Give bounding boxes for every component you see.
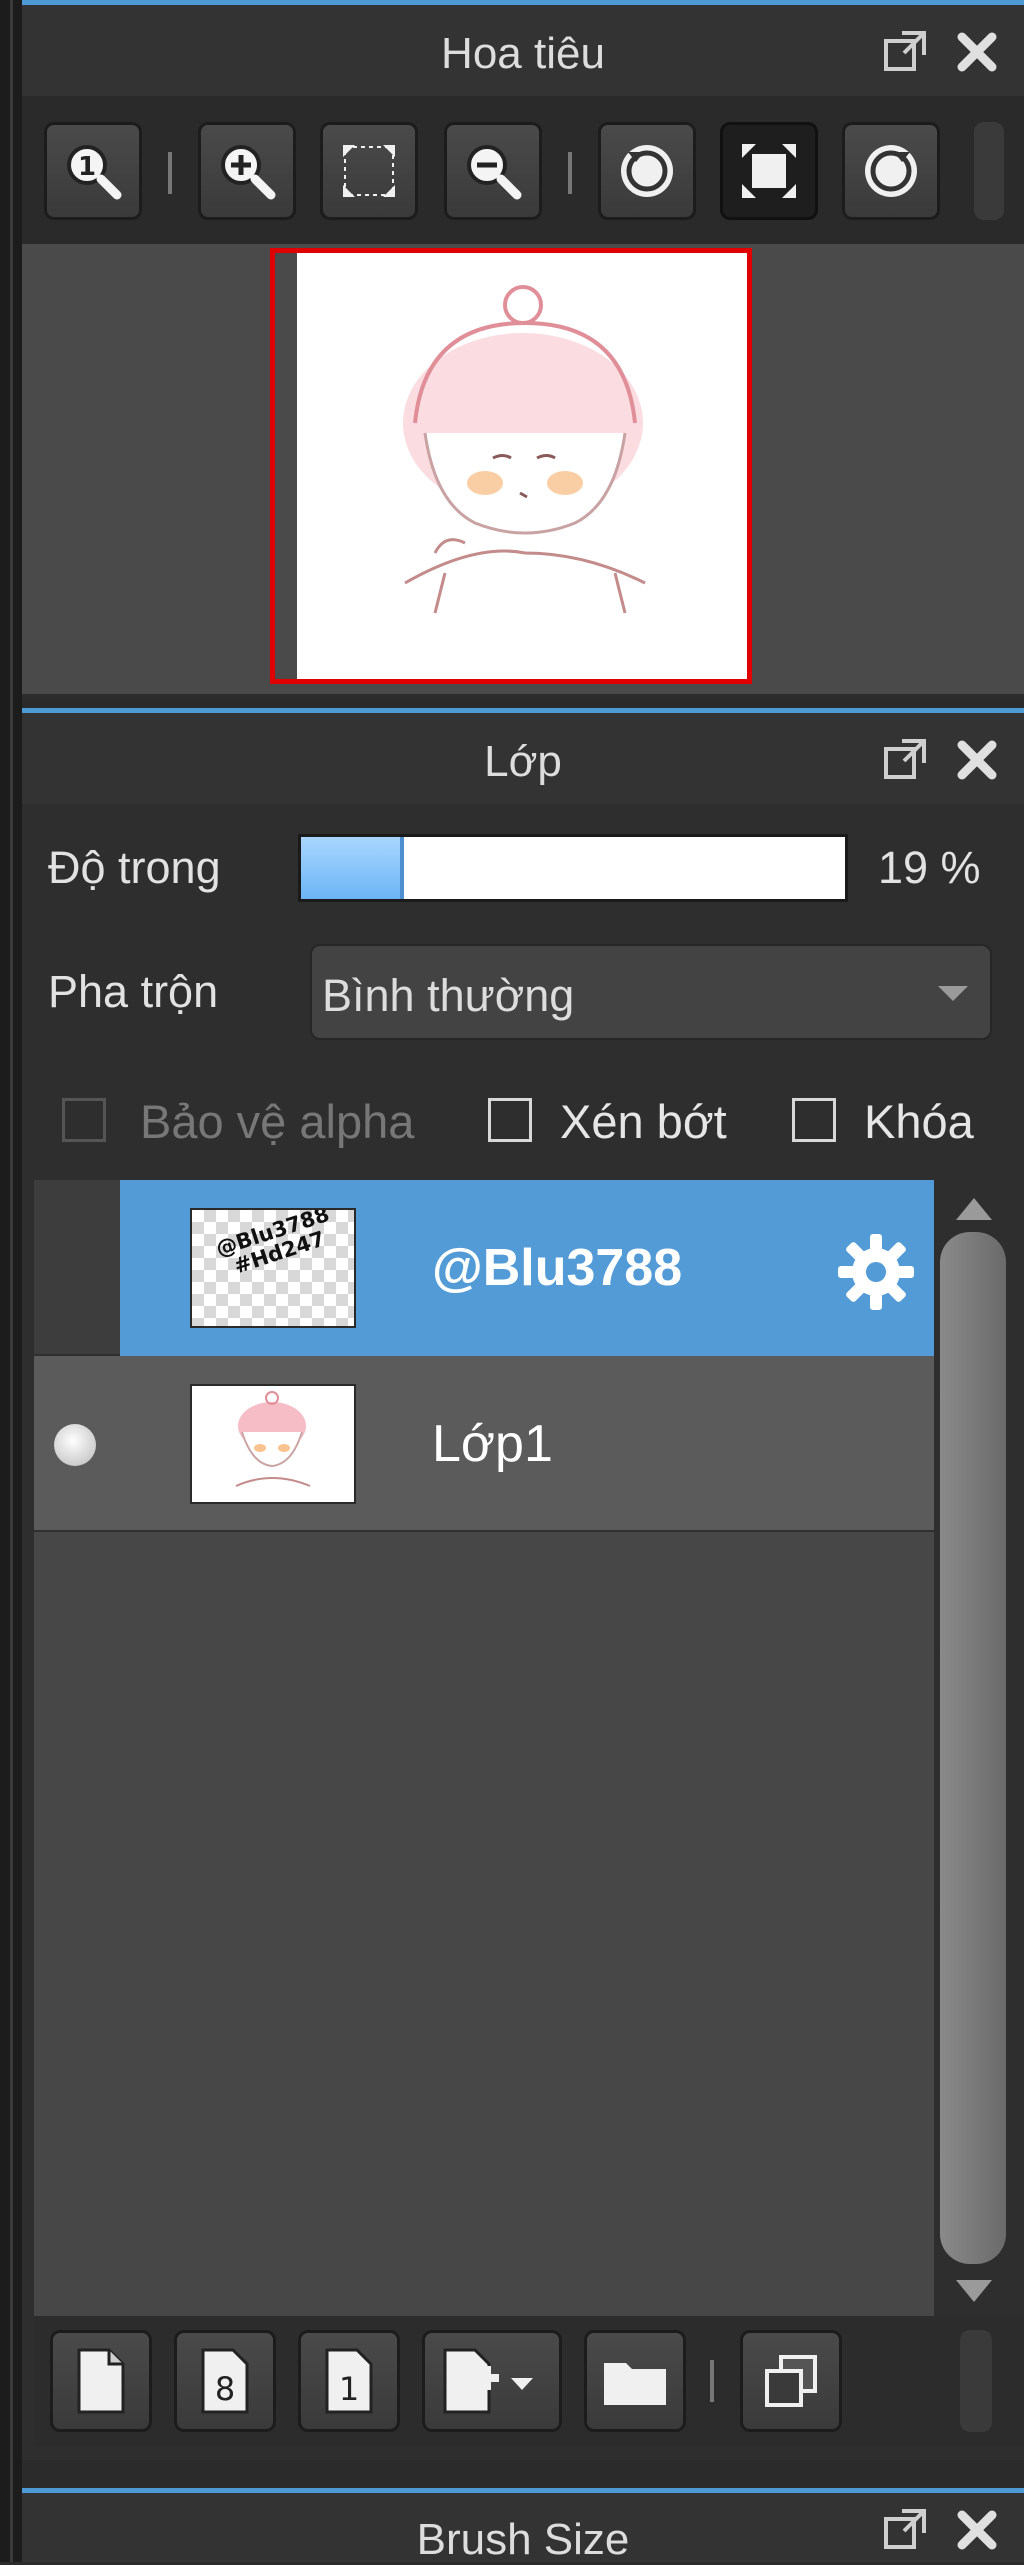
rotate-right-icon	[865, 145, 917, 197]
layer-header: Lớp	[22, 708, 1024, 804]
gear-icon[interactable]	[834, 1230, 918, 1314]
duplicate-icon	[765, 2355, 817, 2407]
close-icon[interactable]	[952, 735, 1002, 785]
navigator-title: Hoa tiêu	[441, 29, 605, 78]
fit-screen-icon	[343, 145, 395, 197]
layer-title: Lớp	[484, 737, 562, 786]
view-frame[interactable]	[270, 248, 752, 684]
lock-label: Khóa	[864, 1095, 974, 1148]
layer-row-lop1[interactable]: Lớp1	[34, 1356, 938, 1532]
opacity-slider[interactable]	[298, 834, 848, 902]
blend-mode-value: Bình thường	[322, 970, 575, 1021]
layer-thumbnail	[190, 1384, 356, 1504]
new-1bit-layer-button[interactable]: 1	[298, 2330, 400, 2432]
scroll-down-icon[interactable]	[956, 2280, 992, 2302]
fullscreen-button[interactable]	[720, 122, 818, 220]
toolbar-separator	[568, 152, 572, 194]
opacity-value: 19 %	[878, 842, 981, 893]
clip-label: Xén bớt	[560, 1095, 727, 1148]
dropdown-arrow-icon	[938, 986, 968, 1001]
popout-icon[interactable]	[880, 27, 930, 77]
zoom-in-button[interactable]	[198, 122, 296, 220]
toolbar-separator	[168, 152, 172, 194]
lock-checkbox[interactable]	[792, 1098, 836, 1142]
svg-text:8: 8	[215, 2370, 235, 2408]
folder-icon	[604, 2363, 666, 2405]
fit-screen-button[interactable]	[320, 122, 418, 220]
new-8bit-layer-button[interactable]: 8	[174, 2330, 276, 2432]
new-folder-button[interactable]	[584, 2330, 686, 2432]
zoom-out-button[interactable]	[444, 122, 542, 220]
brush-size-header: Brush Size	[22, 2488, 1024, 2564]
toolbar-scroll-handle[interactable]	[960, 2330, 992, 2432]
visibility-dot-icon[interactable]	[54, 1424, 96, 1466]
layer-row-blu3788[interactable]: @Blu3788 #Hd247 @Blu3788	[34, 1180, 938, 1356]
fullscreen-icon	[742, 144, 796, 198]
toolbar-scroll-handle[interactable]	[974, 122, 1004, 220]
layer-toolbar: 8 1	[34, 2316, 1024, 2446]
new-layer-button[interactable]	[50, 2330, 152, 2432]
layer-name: Lớp1	[432, 1415, 553, 1473]
layer-list: @Blu3788 #Hd247 @Blu3788 Lớp1	[34, 1180, 938, 2320]
artwork-thumbnail	[403, 285, 646, 614]
popout-icon[interactable]	[880, 735, 930, 785]
layer-name: @Blu3788	[432, 1239, 683, 1297]
add-layer-icon	[443, 2348, 533, 2414]
brush-size-title: Brush Size	[416, 2515, 630, 2564]
navigator-header: Hoa tiêu	[22, 0, 1024, 96]
rotate-left-icon	[621, 145, 673, 197]
clip-checkbox[interactable]	[488, 1098, 532, 1142]
duplicate-layer-button[interactable]	[740, 2330, 842, 2432]
scrollbar-thumb[interactable]	[940, 1232, 1006, 2264]
zoom-out-icon	[467, 145, 522, 200]
new-page-icon	[77, 2348, 125, 2414]
8bit-layer-icon: 8	[201, 2348, 249, 2414]
layer-list-scrollbar[interactable]	[934, 1180, 1012, 2320]
brush-size-panel: Brush Size	[22, 2488, 1024, 2564]
layer-thumbnail: @Blu3788 #Hd247	[190, 1208, 356, 1328]
close-icon[interactable]	[952, 2505, 1002, 2555]
rotate-right-button[interactable]	[842, 122, 940, 220]
svg-text:1: 1	[339, 2370, 359, 2408]
toolbar-separator	[710, 2360, 714, 2402]
zoom-in-icon	[221, 145, 276, 200]
opacity-slider-fill	[301, 837, 405, 899]
rotate-left-button[interactable]	[598, 122, 696, 220]
alpha-protect-label: Bảo vệ alpha	[140, 1095, 415, 1148]
1bit-layer-icon: 1	[325, 2348, 373, 2414]
scroll-up-icon[interactable]	[956, 1198, 992, 1220]
layer-thumbnail-art	[235, 1391, 311, 1487]
navigator-toolbar: 1	[22, 96, 1024, 244]
blend-mode-select[interactable]: Bình thường	[310, 944, 992, 1040]
opacity-label: Độ trong	[48, 842, 221, 893]
blend-mode-label: Pha trộn	[48, 966, 219, 1017]
zoom-actual-icon: 1	[67, 145, 122, 200]
alpha-protect-checkbox[interactable]	[62, 1098, 106, 1142]
navigator-panel: Hoa tiêu 1	[22, 0, 1024, 700]
svg-text:1: 1	[78, 152, 96, 182]
left-dock-strip	[0, 0, 22, 2562]
layer-thumbnail-text: @Blu3788 #Hd247	[212, 1208, 333, 1279]
zoom-actual-button[interactable]: 1	[44, 122, 142, 220]
close-icon[interactable]	[952, 27, 1002, 77]
add-layer-menu-button[interactable]	[422, 2330, 562, 2432]
popout-icon[interactable]	[880, 2505, 930, 2555]
navigator-preview[interactable]	[22, 244, 1024, 694]
